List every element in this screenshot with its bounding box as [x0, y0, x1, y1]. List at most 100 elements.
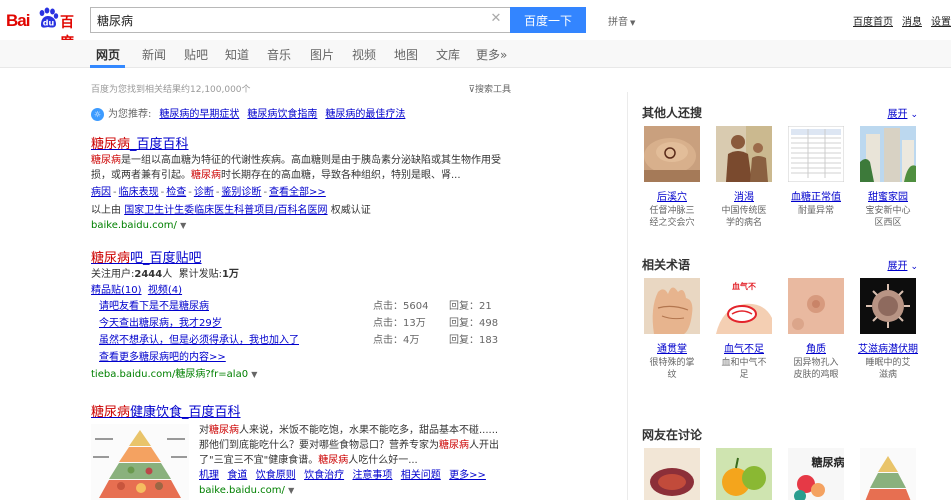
rc-item[interactable]: 血气不 血气不足 血和中气不足	[714, 278, 774, 381]
keratin-image	[788, 278, 844, 334]
sublink-view-all[interactable]: 查看全部>>	[269, 187, 326, 198]
svg-text:du: du	[43, 19, 55, 28]
sublink-differential[interactable]: 鉴别诊断	[221, 187, 261, 198]
tab-wenku[interactable]: 文库	[436, 46, 460, 63]
section-title: 其他人还搜	[642, 106, 703, 120]
sublink-treatment[interactable]: 饮食治疗	[304, 470, 344, 481]
search-tools-button[interactable]: ⊽搜索工具	[468, 82, 511, 95]
snippet-text: 那他们到底能吃什么？要对哪些食物忌口？营养专家为	[199, 440, 439, 451]
rc-item[interactable]	[642, 448, 702, 500]
item-name[interactable]: 通贯掌	[642, 343, 702, 356]
sublink-food[interactable]: 食道	[227, 470, 247, 481]
sublink-questions[interactable]: 相关问题	[401, 470, 441, 481]
caret-down-icon[interactable]: ▼	[288, 486, 294, 495]
result-title[interactable]: 糖尿病_百度百科	[91, 136, 521, 153]
tab-news[interactable]: 新闻	[142, 46, 166, 63]
home-link[interactable]: 百度首页	[853, 17, 893, 28]
cert-prefix: 以上由	[91, 205, 121, 216]
tab-images[interactable]: 图片	[310, 46, 334, 63]
rc-item[interactable]: 消渴 中国传统医 学的病名	[714, 126, 774, 229]
snippet-text: 时长期存在的高血糖，导致各种组织，特别是眼、肾...	[221, 170, 461, 181]
rc-item[interactable]	[714, 448, 774, 500]
post-row: 虽然不想承认，但是必须得承认，我也加入了 点击：4万 回复：183	[91, 333, 521, 350]
tab-zhidao[interactable]: 知道	[225, 46, 249, 63]
expand-button[interactable]: 展开 ⌄	[887, 105, 918, 120]
url-text: baike.baidu.com/	[199, 485, 285, 496]
settings-link[interactable]: 设置	[931, 17, 951, 28]
rc-item[interactable]: 通贯掌 很特殊的掌纹	[642, 278, 702, 381]
tab-featured-posts[interactable]: 精品贴(10)	[91, 285, 142, 296]
post-title[interactable]: 虽然不想承认，但是必须得承认，我也加入了	[99, 333, 299, 348]
tab-web[interactable]: 网页	[96, 46, 120, 63]
section-header: 其他人还搜 展开 ⌄	[642, 104, 918, 122]
item-name[interactable]: 角质	[786, 343, 846, 356]
rc-item[interactable]: 艾滋病潜伏期 睡眠中的艾 滋病	[858, 278, 918, 381]
pinyin-dropdown[interactable]: 拼音 ▼	[608, 13, 635, 28]
baidu-logo[interactable]: Bai du 百度	[6, 4, 86, 51]
snippet-text: 是一组以高血糖为特征的代谢性疾病。高血糖则是由于胰岛素分泌缺陷或其生物作用受	[121, 155, 501, 166]
rc-item[interactable]: 糖尿病	[786, 448, 846, 500]
view-more-link[interactable]: 查看更多糖尿病吧的内容>>	[99, 350, 226, 365]
chevron-down-icon: ⌄	[910, 262, 918, 272]
item-name[interactable]: 消渴	[714, 191, 774, 204]
sublink-exam[interactable]: 检查	[166, 187, 186, 198]
sublink-notes[interactable]: 注意事项	[352, 470, 392, 481]
item-name[interactable]: 艾滋病潜伏期	[858, 343, 918, 356]
recommend-link-diet-guide[interactable]: 糖尿病饮食指南	[247, 109, 317, 120]
result-snippet: 对糖尿病人来说，米饭不能吃饱，水果不能吃多，甜品基本不碰...... 那他们到底…	[199, 423, 521, 498]
item-grid: 糖尿病	[642, 448, 918, 500]
rc-item[interactable]	[858, 448, 918, 500]
search-button[interactable]: 百度一下	[510, 7, 586, 33]
sublink-mechanism[interactable]: 机理	[199, 470, 219, 481]
tab-videos[interactable]: 视频(4)	[148, 285, 182, 296]
top-links: 百度首页 消息 设置	[844, 13, 951, 28]
image-overlay-text: 糖尿病	[812, 455, 845, 469]
tab-tieba[interactable]: 贴吧	[184, 46, 208, 63]
sublink-diagnosis[interactable]: 诊断	[194, 187, 214, 198]
post-title[interactable]: 请吧友看下是不是糖尿病	[99, 299, 209, 314]
caret-down-icon[interactable]: ▼	[251, 370, 257, 379]
post-row: 今天查出糖尿病，我才29岁 点击：13万 回复：498	[91, 316, 521, 333]
clear-icon[interactable]: ✕	[490, 12, 502, 25]
recommend-link-early-symptoms[interactable]: 糖尿病的早期症状	[159, 109, 239, 120]
tab-video[interactable]: 视频	[352, 46, 376, 63]
tab-music[interactable]: 音乐	[267, 46, 291, 63]
snippet-text: 了"三宜三不宜"健康食谱。	[199, 455, 319, 466]
result-snippet: 糖尿病是一组以高血糖为特征的代谢性疾病。高血糖则是由于胰岛素分泌缺陷或其生物作用…	[91, 153, 521, 183]
recommend-link-best-therapy[interactable]: 糖尿病的最佳疗法	[325, 109, 405, 120]
caret-down-icon[interactable]: ▼	[180, 221, 186, 230]
sublink-more[interactable]: 更多>>	[449, 470, 486, 481]
food-pyramid-image[interactable]	[91, 424, 189, 500]
rc-item[interactable]: 后溪穴 任督冲脉三 经之交会穴	[642, 126, 702, 229]
rc-item[interactable]: 角质 因异物孔入 皮肤的鸡眼	[786, 278, 846, 381]
follow-unit: 人	[162, 269, 173, 280]
item-name[interactable]: 后溪穴	[642, 191, 702, 204]
title-rest: 吧_百度贴吧	[130, 251, 202, 266]
header: Bai du 百度 ✕ 百度一下 拼音▼ 百度首页消息设置	[0, 0, 951, 51]
rc-item[interactable]: 血糖正常值 耐量异常	[786, 125, 846, 217]
post-title[interactable]: 今天查出糖尿病，我才29岁	[99, 316, 222, 331]
item-name[interactable]: 血气不足	[714, 343, 774, 356]
item-name[interactable]: 甜蜜家园	[858, 191, 918, 204]
snippet-text: 人吃什么好一...	[348, 455, 418, 466]
caret-down-icon: ▼	[630, 19, 636, 27]
sublink-cause[interactable]: 病因	[91, 187, 111, 198]
result-url: baike.baidu.com/ ▼	[199, 483, 521, 498]
rc-item[interactable]: 甜蜜家园 宝安新中心 区西区	[858, 126, 918, 229]
result-title[interactable]: 糖尿病健康饮食_百度百科	[91, 404, 521, 421]
messages-link[interactable]: 消息	[902, 17, 922, 28]
pinyin-label: 拼音	[608, 17, 628, 28]
item-name[interactable]: 血糖正常值	[786, 191, 846, 204]
result-title[interactable]: 糖尿病吧_百度贴吧	[91, 250, 521, 267]
title-highlight: 糖尿病	[91, 251, 131, 266]
desc-line: 中国传统医	[721, 206, 767, 216]
sublink-symptoms[interactable]: 临床表现	[119, 187, 159, 198]
cert-link[interactable]: 国家卫生计生委临床医生科普项目/百科名医网	[124, 205, 327, 216]
sublink-principles[interactable]: 饮食原则	[256, 470, 296, 481]
expand-button[interactable]: 展开 ⌄	[887, 257, 918, 272]
tab-more[interactable]: 更多»	[476, 46, 507, 63]
tieba-stats: 关注用户:2444人 累计发贴:1万	[91, 267, 521, 282]
image-overlay-text: 血气不	[732, 281, 756, 291]
tab-map[interactable]: 地图	[394, 46, 418, 63]
search-input[interactable]	[91, 8, 486, 32]
